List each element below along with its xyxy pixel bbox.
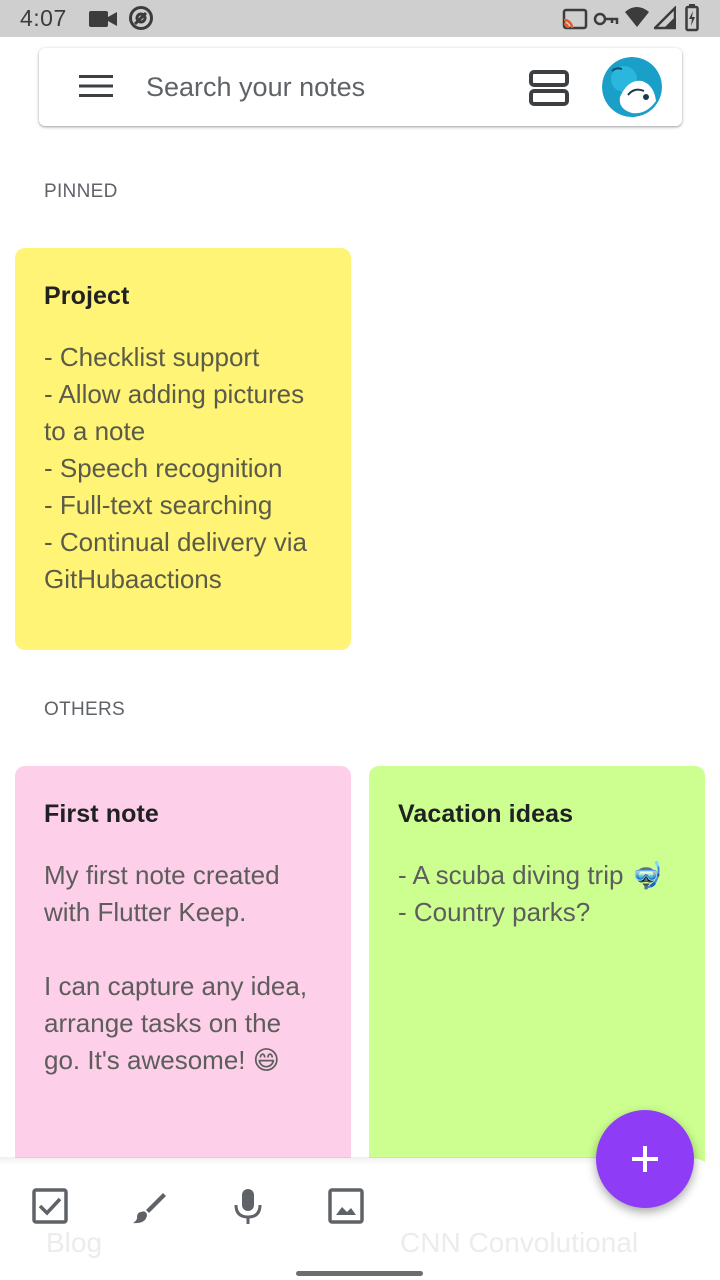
search-input[interactable]: Search your notes xyxy=(146,72,365,103)
battery-icon xyxy=(685,4,699,32)
section-label-pinned: PINNED xyxy=(44,181,118,202)
note-title: First note xyxy=(44,800,159,828)
menu-icon[interactable] xyxy=(79,74,113,98)
video-camera-icon xyxy=(89,11,117,27)
add-note-button[interactable] xyxy=(596,1110,694,1208)
note-body: My first note created with Flutter Keep.… xyxy=(44,860,308,1075)
mic-icon[interactable] xyxy=(232,1188,264,1226)
home-indicator[interactable] xyxy=(296,1271,423,1276)
section-label-others: OTHERS xyxy=(44,699,125,720)
checkbox-icon[interactable] xyxy=(32,1188,68,1224)
brush-icon[interactable] xyxy=(130,1188,168,1226)
note-body: - A scuba diving trip 🤿 - Country parks? xyxy=(398,860,664,927)
at-sign-icon xyxy=(129,6,153,30)
plus-icon xyxy=(632,1146,658,1172)
cast-icon xyxy=(562,8,588,30)
image-icon[interactable] xyxy=(328,1188,364,1224)
note-title: Vacation ideas xyxy=(398,800,574,828)
status-bar: 4:07 xyxy=(0,0,720,37)
avatar[interactable] xyxy=(602,57,662,117)
note-body: - Checklist support - Allow adding pictu… xyxy=(44,342,308,594)
status-time: 4:07 xyxy=(20,5,67,31)
background-text-left: Blog xyxy=(46,1227,103,1258)
signal-icon xyxy=(654,6,676,30)
vpn-key-icon xyxy=(593,12,619,26)
search-bar[interactable]: Search your notes xyxy=(39,48,682,126)
background-text-right: CNN Convolutional xyxy=(400,1227,639,1258)
note-title: Project xyxy=(44,282,130,310)
view-agenda-icon[interactable] xyxy=(529,70,569,106)
note-card-project[interactable]: Project - Checklist support - Allow addi… xyxy=(15,248,351,650)
wifi-icon xyxy=(625,7,649,27)
